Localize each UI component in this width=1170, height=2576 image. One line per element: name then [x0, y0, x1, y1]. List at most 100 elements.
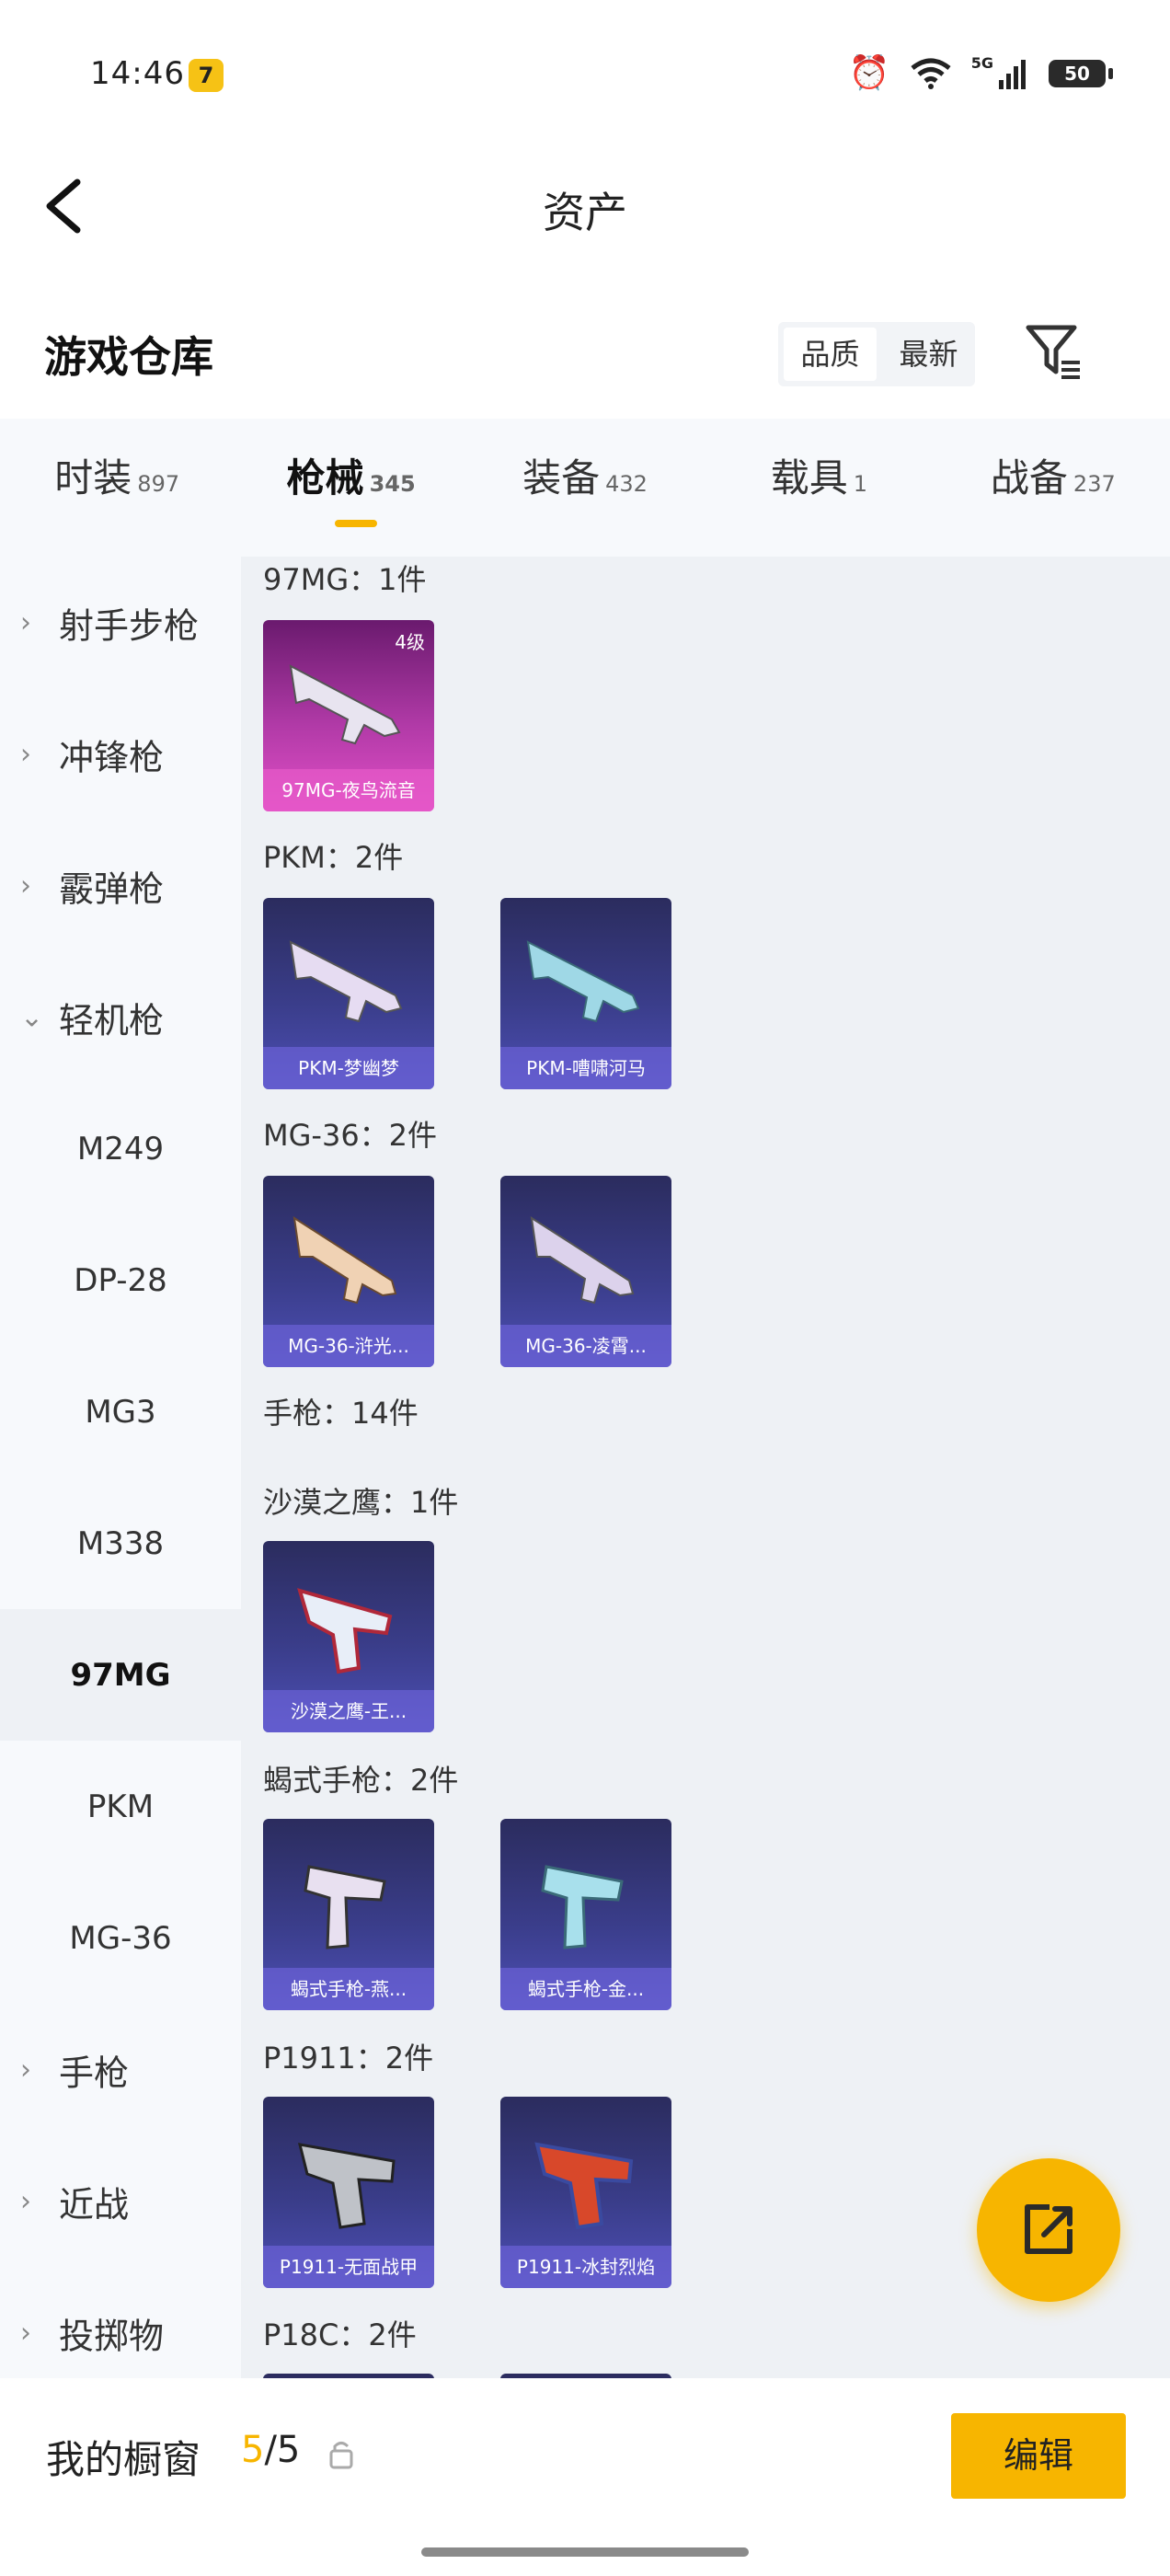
page-title: 资产: [543, 188, 627, 237]
tab-label: 载具: [770, 455, 848, 500]
weapon-card-name: 沙漠之鹰-王...: [263, 1690, 434, 1732]
home-indicator[interactable]: [421, 2547, 749, 2557]
weapon-card[interactable]: 沙漠之鹰-王...: [263, 1541, 434, 1732]
chevron-right-icon: ›: [20, 738, 31, 770]
weapon-card-name: PKM-梦幽梦: [263, 1047, 434, 1089]
filter-icon: [1026, 325, 1080, 379]
chevron-right-icon: ›: [20, 2317, 31, 2349]
sidebar-item-label: 冲锋枪: [59, 737, 165, 777]
sidebar-item-melee[interactable]: › 近战: [0, 2135, 241, 2267]
group-header: P18C：2件: [263, 2317, 417, 2352]
tab-count: 345: [369, 471, 416, 497]
alarm-icon: ⏰: [848, 54, 890, 92]
weapon-category-sidebar: › 射手步枪 › 冲锋枪 › 霰弹枪 ⌄ 轻机枪 M249 DP-28 MG3 M338…: [0, 557, 241, 2378]
chevron-down-icon: ⌄: [20, 1001, 44, 1033]
sidebar-item-label: 霰弹枪: [59, 868, 165, 909]
tab-label: 枪械: [286, 455, 364, 500]
sidebar-subitem-mg3[interactable]: MG3: [0, 1346, 241, 1478]
machine-pistol-icon: [541, 1865, 624, 1949]
share-export-icon: [1025, 2204, 1072, 2254]
weapon-card[interactable]: MG-36-浒光...: [263, 1176, 434, 1367]
tab-supplies[interactable]: 战备 237: [936, 419, 1170, 557]
machine-gun-icon: [292, 1215, 397, 1305]
machine-gun-icon: [530, 1215, 635, 1305]
chevron-right-icon: ›: [20, 606, 31, 638]
sidebar-item-label: 轻机枪: [59, 1000, 165, 1041]
chevron-right-icon: ›: [20, 2053, 31, 2086]
app-notification-icon: 7: [189, 59, 224, 92]
tab-vehicles[interactable]: 载具 1: [702, 419, 935, 557]
sidebar-item-lmg[interactable]: ⌄ 轻机枪: [0, 951, 241, 1083]
weapon-card[interactable]: MG-36-凌霄...: [500, 1176, 671, 1367]
edit-button[interactable]: 编辑: [951, 2413, 1126, 2499]
sidebar-subitem-m338[interactable]: M338: [0, 1478, 241, 1609]
group-header: 沙漠之鹰：1件: [263, 1485, 459, 1520]
status-icons: ⏰ 5G 50: [848, 53, 1113, 94]
weapon-card[interactable]: 4级 97MG-夜鸟流音: [263, 620, 434, 811]
weapon-card[interactable]: P1911-冰封烈焰: [500, 2097, 671, 2288]
weapon-card-name: MG-36-凌霄...: [500, 1325, 671, 1367]
group-header: 97MG：1件: [263, 562, 427, 597]
sidebar-subitem-m249[interactable]: M249: [0, 1083, 241, 1214]
tab-equipment[interactable]: 装备 432: [468, 419, 702, 557]
sidebar-item-marksman-rifle[interactable]: › 射手步枪: [0, 557, 241, 688]
share-button[interactable]: [977, 2158, 1120, 2302]
sidebar-item-pistol[interactable]: › 手枪: [0, 2004, 241, 2135]
sidebar-item-label: MG-36: [69, 1919, 172, 1957]
sidebar-item-label: 手枪: [59, 2053, 130, 2093]
group-header: 手枪：14件: [263, 1396, 419, 1431]
tab-count: 1: [853, 471, 868, 497]
machine-gun-icon: [526, 940, 640, 1023]
sidebar-subitem-pkm[interactable]: PKM: [0, 1741, 241, 1872]
sidebar-subitem-97mg[interactable]: 97MG: [0, 1609, 241, 1741]
weapon-card[interactable]: PKM-梦幽梦: [263, 898, 434, 1089]
sidebar-item-label: 近战: [59, 2184, 130, 2225]
sidebar-item-label: 投掷物: [59, 2316, 165, 2356]
tab-count: 897: [137, 471, 180, 497]
sort-segmented-control: 品质 最新: [778, 322, 975, 386]
section-title: 游戏仓库: [44, 332, 213, 382]
tab-label: 时装: [54, 455, 132, 500]
pistol-icon: [297, 2143, 396, 2229]
sidebar-item-label: PKM: [86, 1788, 155, 1825]
showcase-total: /5: [264, 2429, 301, 2471]
wifi-icon: [911, 58, 951, 89]
tab-label: 战备: [990, 455, 1068, 500]
tab-firearms[interactable]: 枪械 345: [234, 419, 467, 557]
sidebar-item-shotgun[interactable]: › 霰弹枪: [0, 820, 241, 951]
showcase-count: 5/5: [241, 2429, 300, 2471]
weapon-card[interactable]: P1911-无面战甲: [263, 2097, 434, 2288]
filter-button[interactable]: [1021, 320, 1085, 385]
chevron-right-icon: ›: [20, 2185, 31, 2217]
active-tab-indicator: [335, 520, 377, 527]
group-header: MG-36：2件: [263, 1118, 438, 1153]
tab-count: 432: [605, 471, 648, 497]
pistol-icon: [534, 2142, 634, 2230]
tab-count: 237: [1072, 471, 1116, 497]
weapon-card-name: MG-36-浒光...: [263, 1325, 434, 1367]
sidebar-item-label: 97MG: [70, 1656, 171, 1694]
sidebar-subitem-mg36[interactable]: MG-36: [0, 1872, 241, 2004]
weapon-list[interactable]: 97MG：1件 4级 97MG-夜鸟流音 PKM：2件 PKM-梦幽梦 PKM-…: [241, 557, 1170, 2378]
sidebar-subitem-dp28[interactable]: DP-28: [0, 1214, 241, 1346]
sort-option-quality[interactable]: 品质: [784, 328, 877, 381]
group-header: 蝎式手枪：2件: [263, 1763, 459, 1798]
weapon-card[interactable]: 蝎式手枪-燕...: [263, 1819, 434, 2010]
category-tabs: 时装 897 枪械 345 装备 432 载具 1 战备 237: [0, 419, 1170, 557]
status-time: 14:46: [90, 55, 185, 92]
sidebar-item-label: M249: [76, 1130, 165, 1167]
tab-fashion[interactable]: 时装 897: [0, 419, 234, 557]
sidebar-item-label: MG3: [85, 1393, 156, 1431]
lock-icon: [327, 2438, 355, 2469]
weapon-card[interactable]: PKM-嘈啸河马: [500, 898, 671, 1089]
sidebar-item-label: M338: [76, 1524, 165, 1562]
sidebar-item-smg[interactable]: › 冲锋枪: [0, 688, 241, 820]
weapon-card-name: 蝎式手枪-金...: [500, 1968, 671, 2010]
weapon-card[interactable]: 蝎式手枪-金...: [500, 1819, 671, 2010]
showcase-current: 5: [241, 2429, 265, 2471]
sort-option-latest[interactable]: 最新: [882, 322, 975, 386]
signal-icon: [999, 60, 1026, 89]
pistol-icon: [297, 1588, 393, 1674]
tab-label: 装备: [522, 455, 601, 500]
machine-gun-icon: [289, 664, 401, 745]
